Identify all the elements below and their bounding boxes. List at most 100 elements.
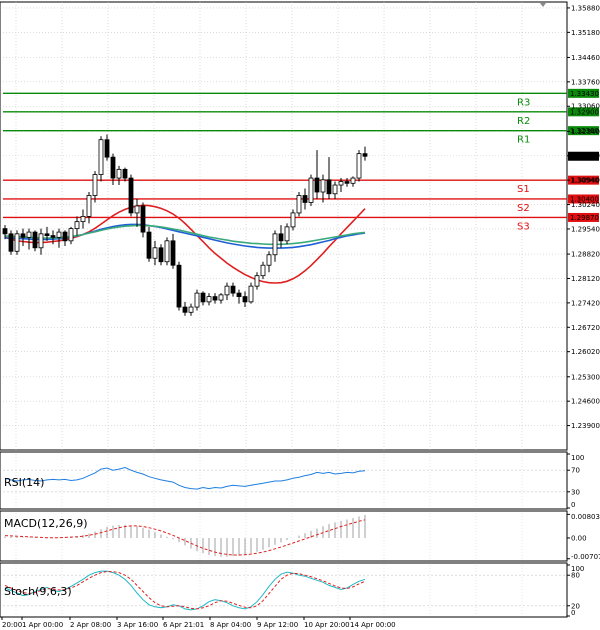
price-tick-label: 1.34460: [571, 54, 600, 62]
price-tick-label: 1.26020: [571, 348, 600, 356]
time-tick-label: 10 Apr 20:00: [304, 621, 350, 629]
candle-down: [230, 285, 236, 294]
candle-up: [164, 240, 170, 263]
candle-up: [320, 179, 326, 193]
price-tick-label: 1.33760: [571, 78, 600, 86]
time-tick-label: 2 Apr 08:00: [70, 621, 111, 629]
candle-up: [92, 174, 98, 196]
rsi-tick-label: 30: [571, 488, 580, 496]
candle-down: [236, 292, 242, 297]
price-tick-label: 1.35880: [571, 4, 600, 12]
candle-down: [158, 247, 164, 263]
candle-down: [140, 205, 146, 233]
candle-down: [200, 292, 206, 303]
candle-up: [350, 177, 356, 184]
candle-up: [224, 285, 230, 296]
candle-up: [38, 233, 44, 249]
time-tick-label: 9 Apr 12:00: [257, 621, 298, 629]
macd-title: MACD(12,26,9): [4, 517, 88, 530]
candle-up: [206, 296, 212, 303]
candle-up: [188, 306, 194, 313]
candle-down: [278, 233, 284, 242]
candle-up: [290, 212, 296, 228]
macd-tick-label: 0.00: [571, 534, 587, 542]
candle-up: [194, 292, 200, 308]
level-name-s2: S2: [517, 203, 530, 214]
candle-down: [32, 231, 38, 249]
candle-down: [362, 153, 368, 157]
candle-down: [146, 231, 152, 259]
candle-down: [128, 177, 134, 214]
level-name-r2: R2: [517, 116, 530, 127]
candle-up: [338, 181, 344, 186]
macd-tick-label: 0.008034: [571, 513, 600, 521]
price-tick-label: 1.30240: [571, 201, 600, 209]
candle-up: [98, 139, 104, 175]
price-tick-label: 1.23900: [571, 422, 600, 430]
current-price-label: 1.31626: [570, 153, 599, 161]
candle-up: [152, 247, 158, 259]
candle-up: [284, 226, 290, 242]
level-name-r3: R3: [517, 97, 530, 108]
candle-up: [80, 216, 86, 223]
stoch-tick-label: 80: [571, 572, 580, 580]
candle-down: [326, 179, 332, 195]
level-name-r1: R1: [517, 135, 530, 146]
candle-down: [212, 296, 218, 301]
level-price-label: 1.29870: [570, 214, 599, 222]
candle-down: [182, 306, 188, 313]
candle-down: [170, 240, 176, 266]
chart-canvas: R31.33430R21.32900R11.32360S11.30940S21.…: [0, 0, 600, 630]
price-tick-label: 1.28820: [571, 251, 600, 259]
time-tick-label: 1 Apr 00:00: [22, 621, 63, 629]
level-price-label: 1.33430: [570, 90, 599, 98]
candle-up: [116, 168, 122, 179]
candle-up: [266, 254, 272, 266]
price-tick-label: 1.35180: [571, 29, 600, 37]
candle-up: [308, 177, 314, 203]
level-name-s1: S1: [517, 184, 530, 195]
candle-down: [104, 139, 110, 158]
candle-up: [248, 285, 254, 303]
stoch-tick-label: 0: [571, 609, 575, 617]
candle-down: [8, 233, 14, 252]
candle-down: [110, 156, 116, 179]
price-tick-label: 1.29540: [571, 225, 600, 233]
candle-up: [26, 231, 32, 238]
price-tick-label: 1.30940: [571, 177, 600, 185]
candle-down: [242, 296, 248, 303]
candle-up: [218, 294, 224, 301]
candle-up: [14, 233, 20, 252]
price-tick-label: 1.33060: [571, 103, 600, 111]
price-tick-label: 1.25300: [571, 373, 600, 381]
candle-up: [272, 233, 278, 256]
time-tick-label: 6 Apr 21:01: [163, 621, 204, 629]
rsi-tick-label: 0: [571, 501, 575, 509]
candle-down: [20, 233, 26, 238]
rsi-title: RSI(14): [4, 476, 44, 489]
candle-down: [62, 231, 68, 242]
candle-up: [74, 221, 80, 230]
candle-up: [68, 228, 74, 242]
price-tick-label: 1.27420: [571, 299, 600, 307]
price-tick-label: 1.24600: [571, 398, 600, 406]
time-tick-label: 20:00: [2, 621, 22, 629]
candle-down: [302, 195, 308, 203]
rsi-tick-label: 70: [571, 467, 580, 475]
candle-up: [332, 184, 338, 195]
time-tick-label: 14 Apr 00:00: [350, 621, 396, 629]
price-tick-label: 1.32340: [571, 128, 600, 136]
candle-down: [2, 228, 8, 235]
time-tick-label: 3 Apr 16:00: [117, 621, 158, 629]
candle-up: [56, 231, 62, 238]
price-tick-label: 1.28120: [571, 275, 600, 283]
candle-up: [296, 195, 302, 214]
macd-tick-label: -0.007075: [571, 553, 600, 561]
candle-down: [44, 233, 50, 236]
candle-up: [134, 205, 140, 214]
candle-up: [356, 153, 362, 179]
stoch-title: Stoch(9,6,3): [4, 585, 72, 598]
candle-down: [176, 264, 182, 308]
candle-up: [86, 195, 92, 217]
candle-down: [50, 235, 56, 238]
